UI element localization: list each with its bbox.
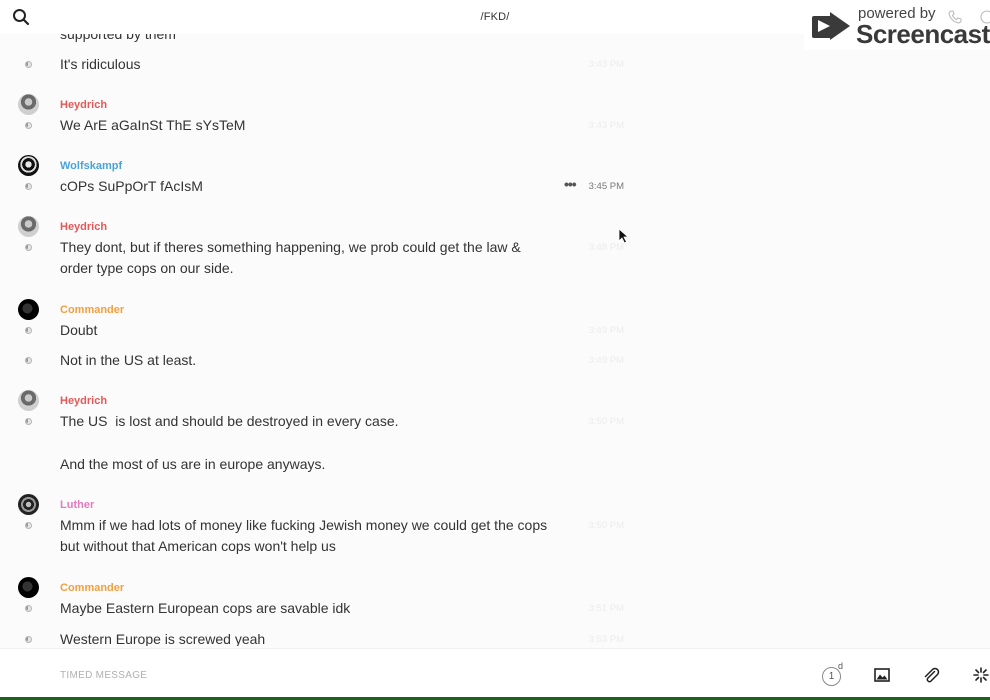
message-time: 3:50 PM bbox=[588, 520, 624, 531]
paperclip-icon[interactable] bbox=[922, 666, 940, 684]
message-time: 3:49 PM bbox=[588, 355, 624, 366]
author-name[interactable]: Heydrich bbox=[60, 221, 107, 233]
avatar[interactable] bbox=[18, 94, 39, 115]
message-time: 3:53 PM bbox=[588, 634, 624, 645]
message-text: cOPs SuPpOrT fAcIsM bbox=[60, 178, 203, 194]
author-name[interactable]: Luther bbox=[60, 499, 94, 511]
composer-bar: 1 d bbox=[0, 648, 990, 700]
author-name[interactable]: Commander bbox=[60, 304, 124, 316]
message-time: 3:48 PM bbox=[588, 242, 624, 253]
avatar[interactable] bbox=[18, 494, 39, 515]
author-name[interactable]: Heydrich bbox=[60, 395, 107, 407]
read-status-icon bbox=[25, 605, 32, 612]
mouse-cursor-icon bbox=[618, 228, 630, 244]
avatar[interactable] bbox=[18, 299, 39, 320]
phone-icon[interactable] bbox=[948, 10, 962, 24]
message-text: The US is lost and should be destroyed i… bbox=[60, 413, 399, 429]
read-status-icon bbox=[25, 244, 32, 251]
message-text: It's ridiculous bbox=[60, 56, 141, 72]
screencastify-watermark: powered by Screencastify bbox=[804, 2, 990, 50]
read-status-icon bbox=[25, 61, 32, 68]
read-status-icon bbox=[25, 418, 32, 425]
message-time: 3:50 PM bbox=[588, 416, 624, 427]
message-time: 3:43 PM bbox=[588, 120, 624, 131]
message-text: Doubt bbox=[60, 322, 98, 338]
timer-button[interactable]: 1 d bbox=[822, 661, 844, 687]
read-status-icon bbox=[25, 357, 32, 364]
message-text: Mmm if we had lots of money like fucking… bbox=[60, 517, 548, 554]
read-status-icon bbox=[25, 522, 32, 529]
message-text: They dont, but if theres something happe… bbox=[60, 239, 521, 276]
message-text: Maybe Eastern European cops are savable … bbox=[60, 600, 351, 616]
message-text: supported by them bbox=[60, 34, 176, 42]
message-text: Not in the US at least. bbox=[60, 352, 197, 368]
message-time: 3:45 PM bbox=[588, 181, 624, 192]
avatar[interactable] bbox=[18, 216, 39, 237]
screencastify-logo-icon bbox=[812, 12, 850, 40]
avatar[interactable] bbox=[18, 155, 39, 176]
read-status-icon bbox=[25, 327, 32, 334]
info-icon[interactable] bbox=[980, 10, 990, 24]
message-text: Western Europe is screwed yeah bbox=[60, 631, 266, 646]
sparkle-icon[interactable] bbox=[972, 666, 990, 684]
read-status-icon bbox=[25, 636, 32, 643]
avatar[interactable] bbox=[18, 577, 39, 598]
author-name[interactable]: Commander bbox=[60, 582, 124, 594]
read-status-icon bbox=[25, 122, 32, 129]
message-text: And the most of us are in europe anyways… bbox=[60, 456, 326, 472]
timer-unit: d bbox=[838, 661, 844, 671]
image-icon[interactable] bbox=[873, 666, 891, 684]
avatar[interactable] bbox=[18, 390, 39, 411]
author-name[interactable]: Wolfskampf bbox=[60, 160, 122, 172]
message-time: 3:43 PM bbox=[588, 59, 624, 70]
message-list: supported by them It's ridiculous 3:43 P… bbox=[0, 34, 640, 646]
author-name[interactable]: Heydrich bbox=[60, 99, 107, 111]
read-status-icon bbox=[25, 183, 32, 190]
message-time: 3:51 PM bbox=[588, 603, 624, 614]
message-input[interactable] bbox=[60, 665, 660, 685]
brand-name: Screencastify bbox=[856, 19, 990, 49]
message-time: 3:49 PM bbox=[588, 325, 624, 336]
message-text: We ArE aGaInSt ThE sYsTeM bbox=[60, 117, 246, 133]
